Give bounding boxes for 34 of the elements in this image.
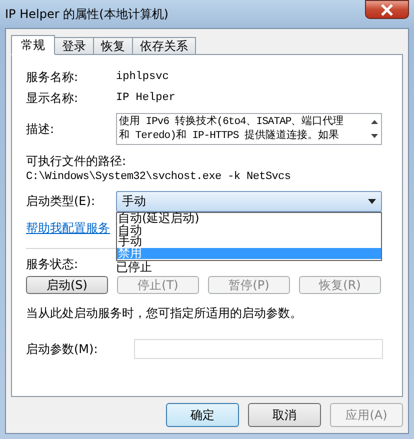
field-label: 服务状态:	[26, 256, 80, 272]
service-button[interactable]: 启动(S)	[26, 276, 108, 294]
help-link[interactable]: 帮助我配置服务	[26, 221, 110, 235]
field-label: 启动类型(E):	[26, 193, 96, 210]
description-line: 和 Teredo)和 IP-HTTPS 提供隧道连接。如果	[119, 129, 340, 143]
dropdown-option[interactable]: 手动	[117, 236, 381, 248]
close-button[interactable]	[365, 0, 409, 19]
tab[interactable]: 常规	[11, 35, 55, 55]
field-label: 启动参数(M):	[26, 340, 99, 358]
description-line: 使用 IPv6 转换技术(6to4、ISATAP、端口代理	[119, 115, 345, 129]
scroll-up-icon[interactable]	[370, 119, 378, 124]
tab[interactable]: 依存关系	[132, 37, 196, 54]
note-text: 当从此处启动服务时，您可指定所适用的启动参数。	[26, 305, 303, 322]
scroll-down-icon[interactable]	[370, 134, 378, 139]
dialog-button[interactable]: 确定	[166, 403, 239, 427]
tab[interactable]: 恢复	[93, 37, 133, 54]
caret-icon	[368, 199, 376, 204]
executable-path: C:\Windows\System32\svchost.exe -k NetSvcs	[26, 171, 292, 183]
description-box[interactable]: 使用 IPv6 转换技术(6to4、ISATAP、端口代理 和 Teredo)和 IP-HTTPS 提供隧道连接。如果	[116, 113, 382, 145]
close-icon	[380, 4, 394, 16]
field-label: 可执行文件的路径:	[26, 153, 128, 170]
tab[interactable]: 登录	[54, 37, 94, 54]
dropdown-option[interactable]: 自动	[117, 224, 381, 236]
field-label: 服务名称:	[26, 68, 80, 86]
display-name-value: IP Helper	[116, 92, 176, 104]
field-label: 显示名称:	[26, 90, 80, 106]
service-name-value: iphlpsvc	[116, 71, 169, 83]
dialog-button[interactable]: 取消	[248, 403, 321, 427]
service-status-value: 已停止	[116, 258, 152, 276]
start-parameters-field[interactable]	[134, 339, 383, 359]
startup-type-dropdown[interactable]: 手动	[116, 191, 382, 212]
field-label: 描述:	[26, 120, 56, 138]
window-title: IP Helper 的属性(本地计算机)	[5, 6, 168, 22]
dropdown-option[interactable]: 自动(延迟启动)	[117, 213, 381, 224]
